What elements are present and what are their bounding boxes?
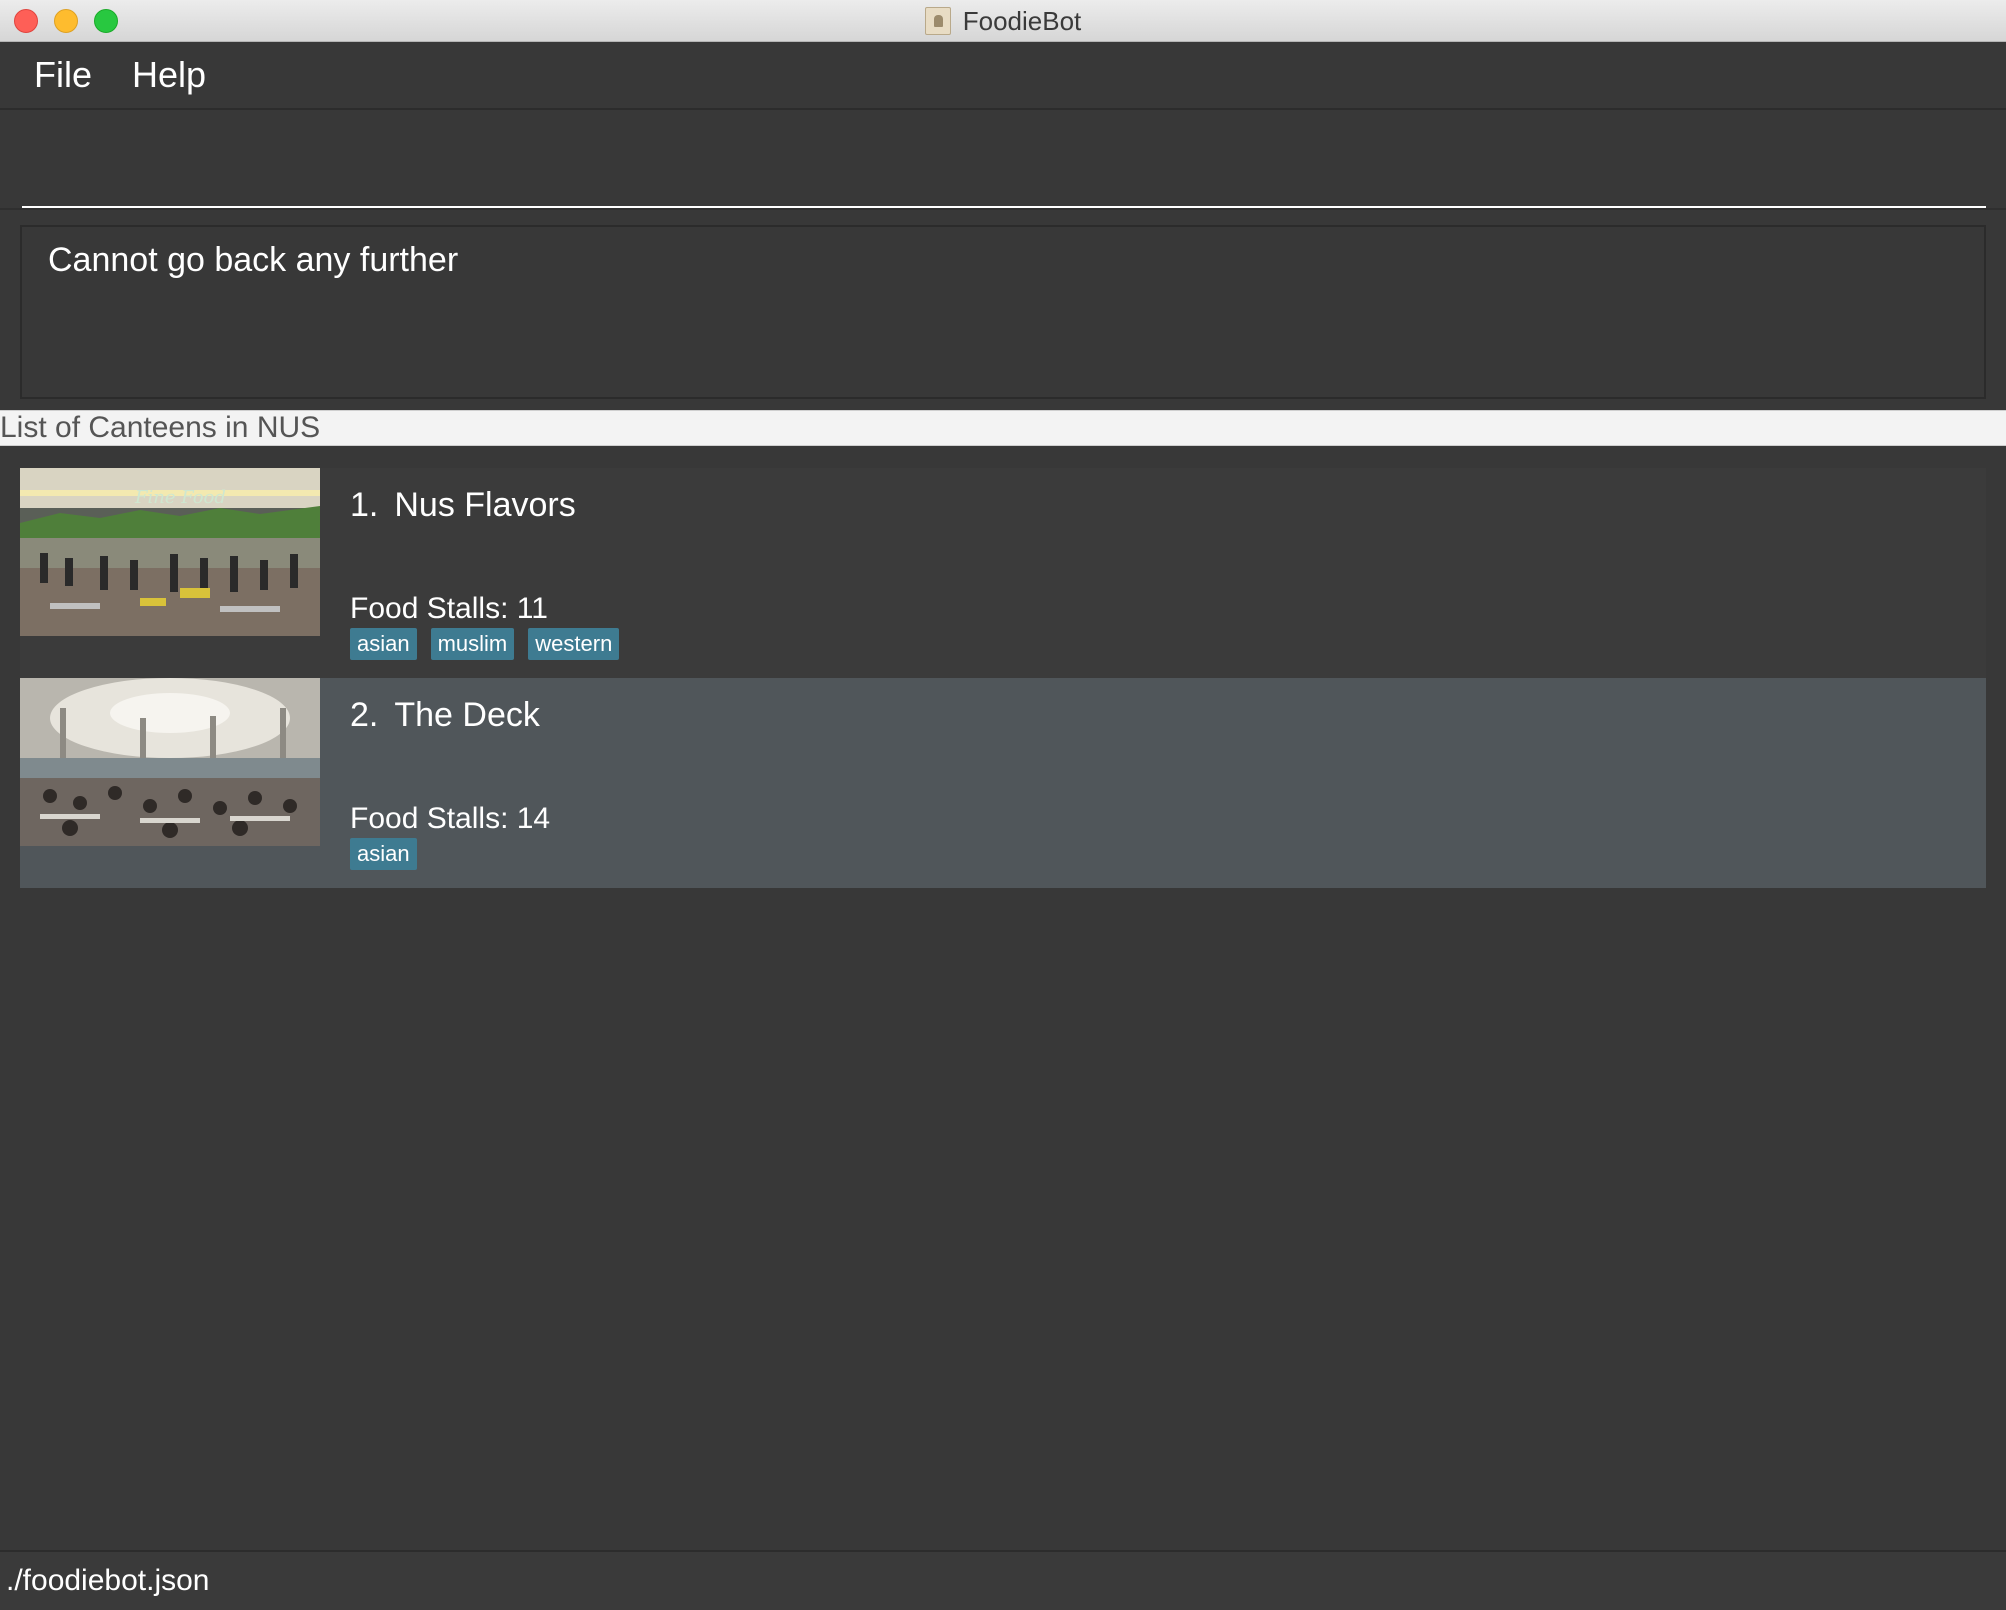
tag-badge: asian [350,628,417,660]
result-message: Cannot go back any further [48,241,459,279]
window-title-group: FoodieBot [0,0,2006,42]
list-panel-header: List of Canteens in NUS [0,410,2006,446]
app-icon [924,7,951,35]
list-panel-title: List of Canteens in NUS [0,411,321,444]
canteen-card[interactable]: Fine Food 1. Nus Flavors Food Stalls: 11… [20,468,1986,678]
tag-badge: western [528,628,620,660]
tag-badge: muslim [430,628,515,660]
menu-file[interactable]: File [34,54,92,96]
canteen-photo: Fine Food [20,468,320,636]
canteen-index: 2. [350,696,379,734]
menu-help[interactable]: Help [132,54,206,96]
canteen-index: 1. [350,486,379,524]
status-bar: ./foodiebot.json [0,1550,2006,1610]
command-input[interactable] [22,134,1986,208]
canteen-name: 1. Nus Flavors [350,486,576,525]
canteen-photo [20,678,320,846]
window-title: FoodieBot [962,5,1082,36]
canteen-name-text: The Deck [394,696,540,734]
menu-bar: File Help [0,42,2006,110]
canteen-stall-count: Food Stalls: 14 [350,802,551,835]
svg-text:Fine Food: Fine Food [134,487,226,508]
canteen-name-text: Nus Flavors [394,486,576,524]
title-bar: FoodieBot [0,0,2006,42]
app-window: FoodieBot File Help Cannot go back any f… [0,0,2006,1610]
result-display: Cannot go back any further [20,225,1986,399]
canteen-list[interactable]: Fine Food 1. Nus Flavors Food Stalls: 11… [20,468,1986,888]
canteen-tags: asian muslim western [350,628,620,660]
canteen-name: 2. The Deck [350,696,540,735]
command-box-container [0,110,2006,210]
canteen-stall-count: Food Stalls: 11 [350,592,548,625]
save-file-path: ./foodiebot.json [6,1564,210,1597]
canteen-card[interactable]: 2. The Deck Food Stalls: 14 asian [20,678,1986,888]
tag-badge: asian [350,838,417,870]
canteen-tags: asian [350,838,417,870]
